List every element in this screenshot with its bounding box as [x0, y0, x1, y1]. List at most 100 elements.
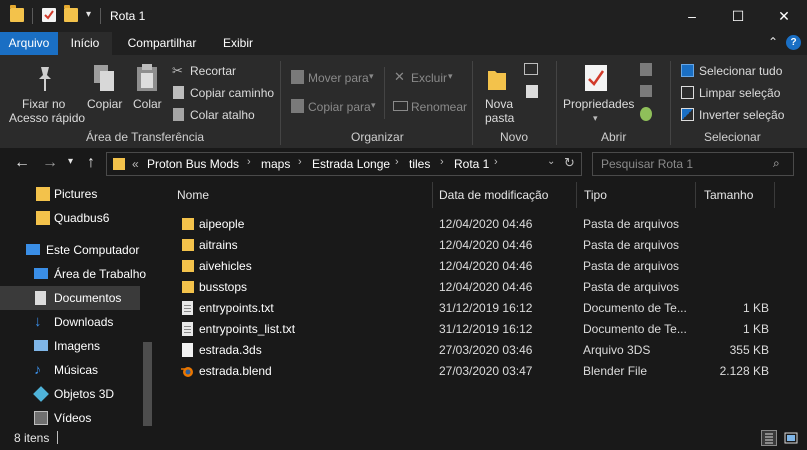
breadcrumb-chevron-icon[interactable]: › — [298, 156, 302, 168]
sidebar-item-videos[interactable]: Vídeos — [0, 406, 140, 426]
move-to-icon — [291, 70, 304, 84]
recent-locations-icon[interactable]: ▾ — [68, 156, 73, 167]
sidebar-item-label: Área de Trabalho — [54, 267, 147, 281]
chevron-down-icon[interactable]: ▾ — [369, 71, 374, 82]
sidebar-item-este-computador[interactable]: Este Computador — [0, 238, 140, 262]
file-row[interactable]: aitrains 12/04/2020 04:46 Pasta de arqui… — [174, 235, 786, 256]
divider[interactable] — [576, 182, 577, 208]
breadcrumb-item[interactable]: Proton Bus Mods — [147, 157, 239, 171]
maximize-button[interactable]: ☐ — [715, 0, 761, 32]
copy-to-button[interactable]: Copiar para — [308, 100, 371, 114]
forward-arrow-icon[interactable]: → — [42, 154, 58, 172]
sidebar-item-objetos-3d[interactable]: Objetos 3D — [0, 382, 140, 406]
details-view-icon[interactable] — [761, 430, 777, 446]
copy-button[interactable]: Copiar — [87, 97, 122, 111]
new-folder-label-1[interactable]: Nova — [485, 97, 513, 111]
file-row[interactable]: busstops 12/04/2020 04:46 Pasta de arqui… — [174, 277, 786, 298]
file-type: Pasta de arquivos — [583, 238, 680, 252]
sidebar-item-documentos[interactable]: Documentos — [0, 286, 140, 310]
title-bar: ▾ Rota 1 – ☐ ✕ — [0, 0, 807, 32]
breadcrumb-chevron-icon[interactable]: › — [494, 156, 498, 168]
address-dropdown-icon[interactable]: ⌄ — [547, 156, 555, 167]
open-icon[interactable] — [640, 63, 652, 76]
customize-quick-access-icon[interactable]: ▾ — [86, 9, 91, 20]
breadcrumb-chevron-icon[interactable]: › — [395, 156, 399, 168]
paste-button[interactable]: Colar — [133, 97, 162, 111]
column-header-type[interactable]: Tipo — [584, 188, 607, 202]
delete-icon: ✕ — [394, 69, 405, 84]
new-item-icon[interactable] — [524, 63, 538, 75]
chevron-down-icon[interactable]: ▾ — [371, 100, 376, 111]
breadcrumb-item[interactable]: maps — [261, 157, 290, 171]
tab-exibir[interactable]: Exibir — [210, 32, 266, 55]
properties-quick-icon[interactable] — [42, 8, 56, 22]
file-row[interactable]: aipeople 12/04/2020 04:46 Pasta de arqui… — [174, 214, 786, 235]
large-icons-view-icon[interactable] — [783, 430, 799, 446]
back-arrow-icon[interactable]: ← — [14, 154, 30, 172]
text-file-icon — [182, 322, 193, 336]
sidebar-item-label: Objetos 3D — [54, 387, 115, 401]
tab-inicio[interactable]: Início — [58, 32, 112, 55]
chevron-down-icon[interactable]: ▾ — [593, 113, 598, 124]
pin-quick-access-label-2[interactable]: Acesso rápido — [9, 111, 85, 125]
move-to-button[interactable]: Mover para — [308, 71, 369, 85]
sidebar-item-pictures[interactable]: Pictures — [0, 182, 140, 206]
tab-compartilhar[interactable]: Compartilhar — [114, 32, 210, 55]
delete-button[interactable]: Excluir — [411, 71, 447, 85]
file-name: aitrains — [199, 238, 238, 252]
sidebar-item-downloads[interactable]: ↓ Downloads — [0, 310, 140, 334]
pin-quick-access-label-1[interactable]: Fixar no — [22, 97, 65, 111]
edit-icon[interactable] — [640, 85, 652, 97]
search-input[interactable]: Pesquisar Rota 1 ⌕ — [592, 152, 794, 176]
search-icon[interactable]: ⌕ — [773, 156, 780, 171]
select-all-button[interactable]: Selecionar tudo — [699, 64, 782, 78]
scrollbar-thumb[interactable] — [143, 342, 152, 426]
tab-arquivo[interactable]: Arquivo — [0, 32, 58, 55]
refresh-icon[interactable]: ↻ — [564, 155, 575, 171]
invert-selection-button[interactable]: Inverter seleção — [699, 108, 784, 122]
column-header-date[interactable]: Data de modificação — [439, 188, 548, 202]
close-button[interactable]: ✕ — [761, 0, 807, 32]
breadcrumb-item[interactable]: Estrada Longe — [312, 157, 390, 171]
paste-shortcut-button[interactable]: Colar atalho — [190, 108, 255, 122]
column-header-size[interactable]: Tamanho — [704, 188, 753, 202]
column-header-name[interactable]: Nome — [177, 188, 209, 202]
up-arrow-icon[interactable]: ↑ — [87, 154, 95, 172]
divider[interactable] — [774, 182, 775, 208]
chevron-down-icon[interactable]: ▾ — [448, 71, 453, 82]
blender-icon — [180, 364, 194, 378]
rename-button[interactable]: Renomear — [411, 100, 467, 114]
file-date: 12/04/2020 04:46 — [439, 259, 533, 273]
objects3d-icon — [33, 386, 49, 402]
cut-button[interactable]: Recortar — [190, 64, 236, 78]
divider[interactable] — [695, 182, 696, 208]
sidebar-scrollbar[interactable] — [140, 342, 156, 426]
new-folder-quick-icon[interactable] — [64, 5, 78, 22]
minimize-button[interactable]: – — [669, 0, 715, 32]
file-row[interactable]: aivehicles 12/04/2020 04:46 Pasta de arq… — [174, 256, 786, 277]
file-row[interactable]: estrada.3ds 27/03/2020 03:46 Arquivo 3DS… — [174, 340, 786, 361]
help-icon[interactable]: ? — [786, 35, 801, 50]
new-folder-label-2[interactable]: pasta — [485, 111, 514, 125]
file-row[interactable]: estrada.blend 27/03/2020 03:47 Blender F… — [174, 361, 786, 382]
easy-access-icon[interactable] — [526, 85, 538, 98]
rename-icon — [393, 101, 408, 111]
breadcrumb-item[interactable]: Rota 1 — [454, 157, 489, 171]
sidebar-item-area-de-trabalho[interactable]: Área de Trabalho — [0, 262, 146, 286]
file-row[interactable]: entrypoints_list.txt 31/12/2019 16:12 Do… — [174, 319, 786, 340]
sidebar-item-imagens[interactable]: Imagens — [0, 334, 140, 358]
breadcrumb-item[interactable]: tiles — [409, 157, 430, 171]
breadcrumb-chevron-icon[interactable]: › — [247, 156, 251, 168]
sidebar-item-quadbus6[interactable]: Quadbus6 — [0, 206, 140, 230]
copy-path-button[interactable]: Copiar caminho — [190, 86, 274, 100]
breadcrumb-chevron-icon[interactable]: › — [440, 156, 444, 168]
breadcrumb-overflow[interactable]: « — [132, 157, 139, 171]
divider[interactable] — [432, 182, 433, 208]
file-row[interactable]: entrypoints.txt 31/12/2019 16:12 Documen… — [174, 298, 786, 319]
address-bar[interactable]: « Proton Bus Mods › maps › Estrada Longe… — [106, 152, 582, 176]
sidebar-item-musicas[interactable]: ♪ Músicas — [0, 358, 140, 382]
history-icon[interactable] — [640, 107, 652, 121]
select-none-button[interactable]: Limpar seleção — [699, 86, 780, 100]
properties-button[interactable]: Propriedades — [563, 97, 634, 111]
chevron-up-icon[interactable]: ⌃ — [768, 35, 778, 49]
